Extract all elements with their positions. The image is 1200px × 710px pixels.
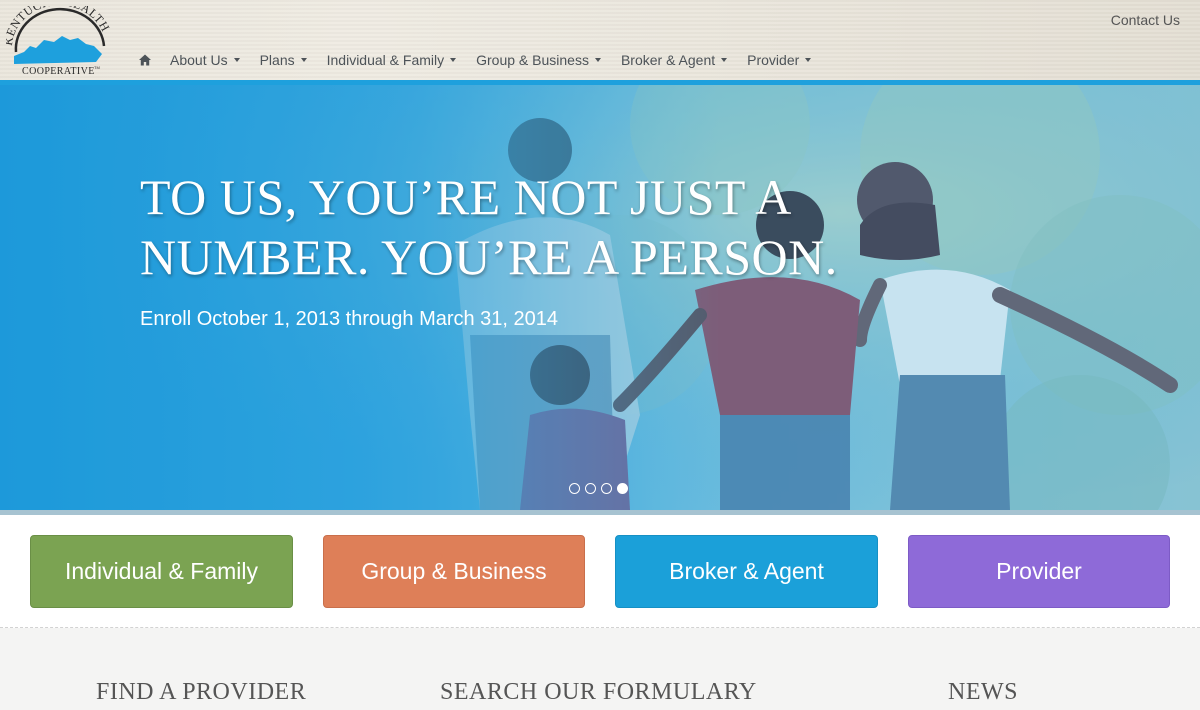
svg-text:COOPERATIVE: COOPERATIVE — [22, 66, 95, 77]
news-heading: NEWS — [948, 679, 1018, 705]
nav-label: Provider — [747, 52, 800, 68]
carousel-dot[interactable] — [585, 483, 596, 494]
svg-text:TM: TM — [94, 65, 100, 70]
hero-family-photo — [0, 85, 1200, 510]
hero-enrollment-dates: Enroll October 1, 2013 through March 31,… — [140, 308, 559, 330]
hero-carousel[interactable]: TO US, YOU’RE NOT JUST A NUMBER. YOU’RE … — [0, 85, 1200, 510]
nav-label: Individual & Family — [326, 52, 445, 68]
broker-agent-button[interactable]: Broker & Agent — [615, 535, 878, 608]
caret-down-icon — [233, 58, 240, 62]
caret-down-icon — [450, 58, 457, 62]
carousel-indicators — [569, 483, 628, 494]
home-icon[interactable] — [138, 53, 152, 67]
audience-buttons: Individual & Family Group & Business Bro… — [0, 515, 1200, 628]
kentucky-health-cooperative-logo[interactable]: KENTUCKY HEALTH COOPERATIVE TM — [6, 6, 112, 78]
caret-down-icon — [721, 58, 728, 62]
carousel-dot[interactable] — [569, 483, 580, 494]
main-nav: About Us Plans Individual & Family Group… — [138, 50, 831, 70]
nav-broker-agent[interactable]: Broker & Agent — [620, 52, 728, 68]
site-header: KENTUCKY HEALTH COOPERATIVE TM Contact U… — [0, 0, 1200, 80]
hero-headline: TO US, YOU’RE NOT JUST A NUMBER. YOU’RE … — [140, 167, 1040, 287]
nav-group-business[interactable]: Group & Business — [476, 52, 601, 68]
hero-headline-line2: NUMBER. YOU’RE A PERSON. — [140, 229, 838, 285]
group-business-button[interactable]: Group & Business — [323, 535, 585, 608]
formulary-heading: SEARCH OUR FORMULARY — [440, 679, 757, 705]
carousel-dot-active[interactable] — [617, 483, 628, 494]
contact-us-link[interactable]: Contact Us — [1111, 12, 1180, 28]
individual-family-button[interactable]: Individual & Family — [30, 535, 293, 608]
nav-individual-family[interactable]: Individual & Family — [327, 52, 457, 68]
provider-button[interactable]: Provider — [908, 535, 1170, 608]
hero-headline-line1: TO US, YOU’RE NOT JUST A — [140, 169, 792, 225]
nav-label: Broker & Agent — [620, 52, 716, 68]
nav-provider[interactable]: Provider — [747, 52, 812, 68]
carousel-dot[interactable] — [601, 483, 612, 494]
info-sections: FIND A PROVIDER SEARCH OUR FORMULARY NEW… — [0, 629, 1200, 710]
nav-label: About Us — [170, 52, 228, 68]
caret-down-icon — [805, 58, 812, 62]
find-provider-heading: FIND A PROVIDER — [96, 679, 307, 705]
nav-label: Plans — [259, 52, 295, 68]
caret-down-icon — [594, 58, 601, 62]
nav-plans[interactable]: Plans — [260, 52, 307, 68]
nav-label: Group & Business — [476, 52, 589, 68]
nav-about-us[interactable]: About Us — [170, 52, 240, 68]
caret-down-icon — [300, 58, 307, 62]
